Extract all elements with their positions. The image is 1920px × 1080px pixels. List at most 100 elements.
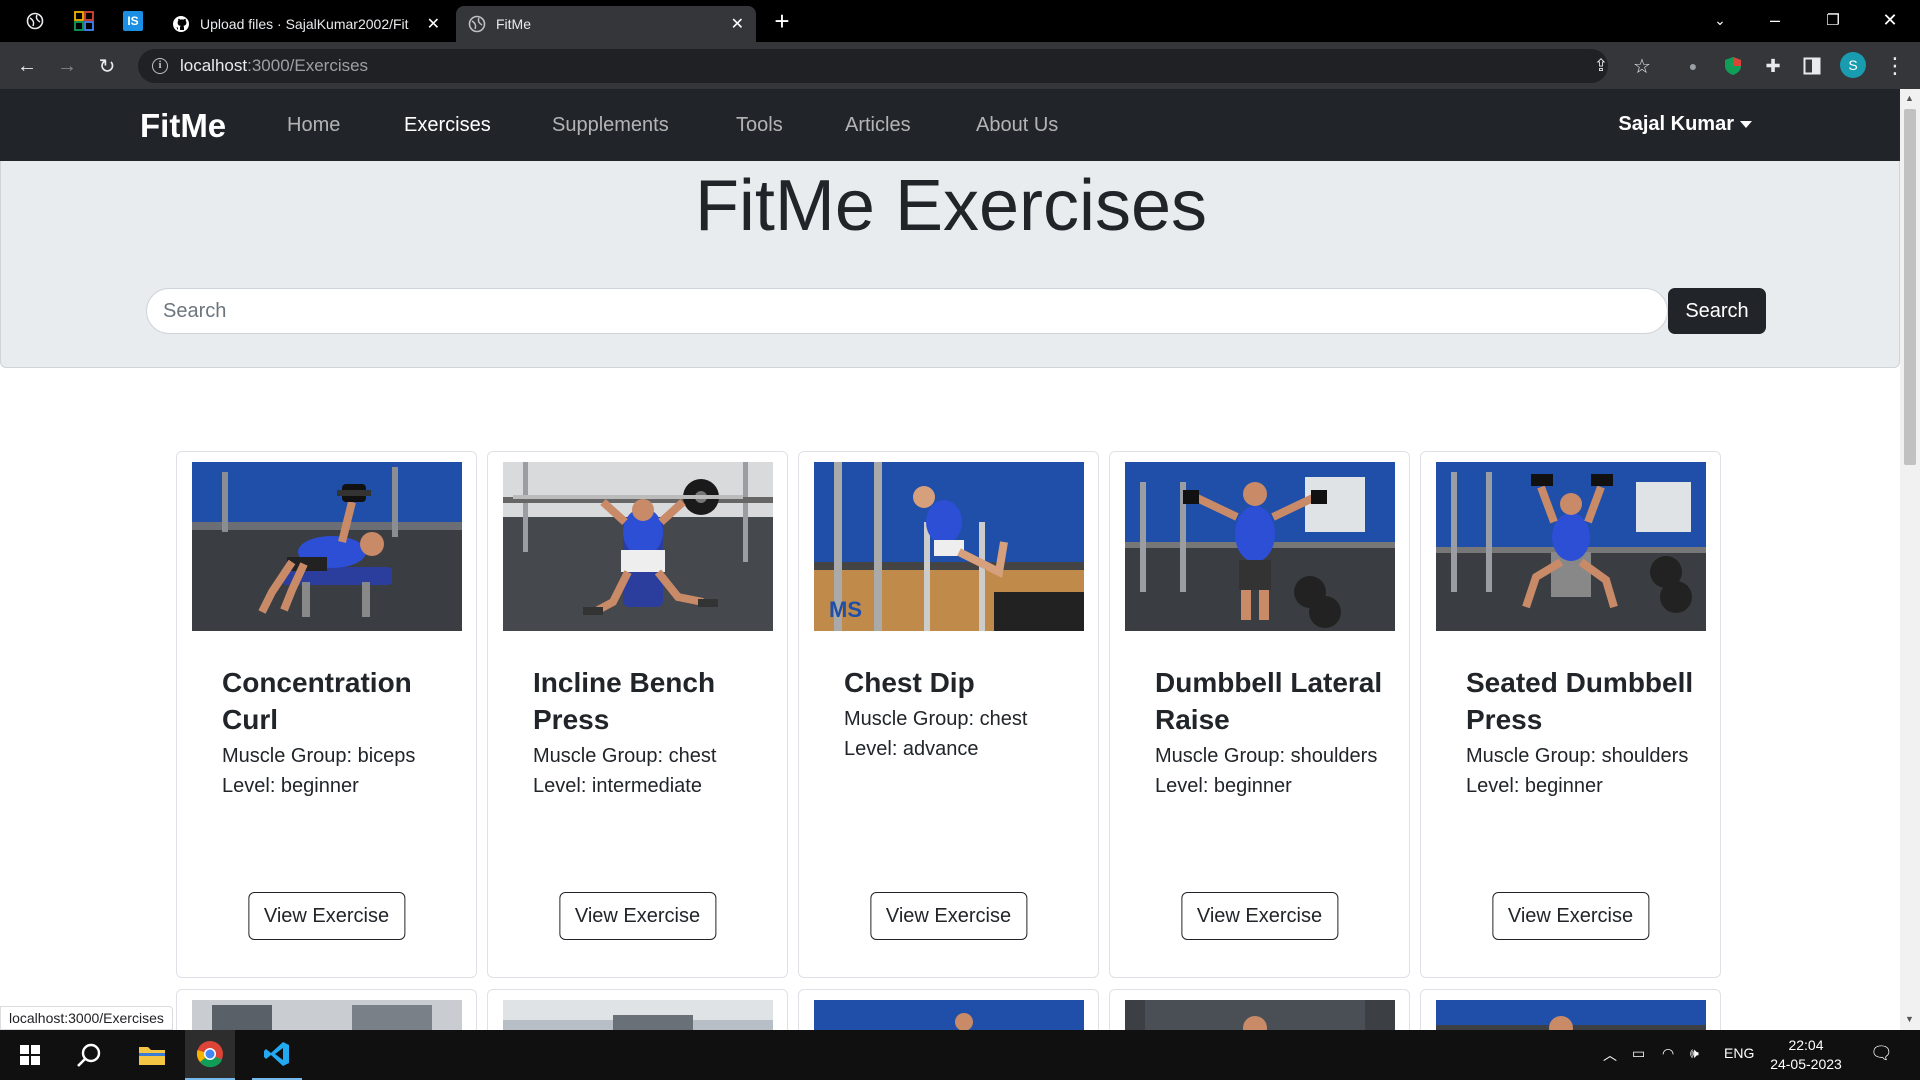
chrome-taskbar-button[interactable] [185, 1030, 235, 1080]
exercise-level: Level: beginner [222, 775, 359, 797]
exercise-info: Seated Dumbbell Press Muscle Group: shou… [1466, 664, 1696, 801]
globe-icon [26, 12, 44, 30]
muscle-group: Muscle Group: chest [533, 745, 717, 767]
window-close-button[interactable]: ✕ [1862, 0, 1918, 40]
scroll-up-arrow-icon[interactable]: ▲ [1905, 93, 1914, 103]
page-viewport: FitMe Home Exercises Supplements Tools A… [0, 89, 1900, 1030]
windows-taskbar: ︿ ▭ ◠ 🕪 ENG 22:04 24-05-2023 🗨 [0, 1030, 1920, 1080]
search-icon [77, 1043, 101, 1067]
exercise-info: Chest Dip Muscle Group: chest Level: adv… [844, 664, 1074, 764]
exercise-image [192, 1000, 462, 1030]
profile-avatar[interactable]: S [1840, 52, 1866, 78]
extension-button[interactable]: ● [1678, 51, 1708, 81]
view-exercise-button[interactable]: View Exercise [247, 892, 406, 940]
wifi-icon[interactable]: ◠ [1662, 1045, 1674, 1062]
user-dropdown[interactable]: Sajal Kumar [1618, 113, 1752, 136]
user-name: Sajal Kumar [1618, 113, 1734, 135]
exercise-level: Level: advance [844, 738, 979, 760]
view-exercise-button[interactable]: View Exercise [1180, 892, 1339, 940]
view-exercise-button[interactable]: View Exercise [869, 892, 1028, 940]
exercise-card: Concentration Curl Muscle Group: biceps … [176, 451, 477, 978]
exercise-card: Dumbbell Lateral Raise Muscle Group: sho… [1109, 451, 1410, 978]
address-bar[interactable]: i localhost:3000/Exercises [138, 49, 1608, 83]
pinned-tab-globe[interactable] [21, 7, 49, 35]
tab-github-upload[interactable]: Upload files · SajalKumar2002/Fit ✕ [160, 6, 452, 42]
notifications-icon[interactable]: 🗨 [1870, 1043, 1893, 1064]
adblock-extension-button[interactable] [1718, 51, 1748, 81]
nav-about-us[interactable]: About Us [976, 114, 1058, 137]
url-path: :3000/Exercises [247, 56, 369, 75]
folder-icon [139, 1047, 165, 1065]
exercise-title: Incline Bench Press [533, 667, 716, 735]
site-info-icon[interactable]: i [152, 58, 168, 74]
exercise-level: Level: intermediate [533, 775, 702, 797]
page-scrollbar[interactable]: ▲ ▼ [1900, 89, 1920, 1030]
view-exercise-button[interactable]: View Exercise [558, 892, 717, 940]
tab-search-button[interactable]: ⌄ [1692, 0, 1748, 40]
restore-button[interactable]: ❐ [1805, 0, 1861, 40]
vscode-taskbar-button[interactable] [252, 1030, 302, 1080]
search-input[interactable] [146, 288, 1668, 334]
windows-logo-icon [20, 1045, 40, 1065]
is-badge-icon: IS [123, 11, 143, 31]
clock-date: 24-05-2023 [1770, 1056, 1842, 1072]
language-indicator[interactable]: ENG [1724, 1045, 1754, 1061]
pinned-tab-is[interactable]: IS [119, 7, 147, 35]
reload-button[interactable]: ↻ [92, 51, 122, 81]
nav-exercises[interactable]: Exercises [404, 114, 491, 137]
volume-icon[interactable]: 🕪 [1690, 1045, 1699, 1062]
bookmark-button[interactable]: ☆ [1627, 51, 1657, 81]
muscle-group: Muscle Group: shoulders [1155, 745, 1378, 767]
menu-button[interactable]: ⋮ [1880, 51, 1910, 81]
exercise-image [1125, 462, 1395, 631]
search-button[interactable]: Search [1668, 288, 1766, 334]
extensions-button[interactable]: ✚ [1758, 51, 1788, 81]
back-button[interactable]: ← [12, 51, 42, 81]
tab-fitme[interactable]: FitMe ✕ [456, 6, 756, 42]
pinned-tab-apps[interactable] [70, 7, 98, 35]
globe-icon [468, 15, 486, 33]
side-panel-icon [1803, 57, 1821, 75]
close-icon[interactable]: ✕ [427, 14, 440, 34]
exercise-info: Incline Bench Press Muscle Group: chest … [533, 664, 763, 801]
scroll-down-arrow-icon[interactable]: ▼ [1905, 1014, 1914, 1024]
exercise-image [503, 462, 773, 631]
chevron-down-icon: ⌄ [1714, 11, 1726, 28]
new-tab-button[interactable]: + [768, 6, 796, 36]
view-exercise-button[interactable]: View Exercise [1491, 892, 1650, 940]
nav-home[interactable]: Home [287, 114, 340, 137]
forward-button[interactable]: → [52, 51, 82, 81]
minimize-button[interactable]: – [1747, 0, 1803, 40]
exercise-title: Dumbbell Lateral Raise [1155, 667, 1383, 735]
close-icon[interactable]: ✕ [731, 14, 744, 34]
exercise-info: Dumbbell Lateral Raise Muscle Group: sho… [1155, 664, 1385, 801]
battery-icon[interactable]: ▭ [1632, 1045, 1645, 1062]
system-clock[interactable]: 22:04 24-05-2023 [1764, 1036, 1848, 1074]
restore-icon: ❐ [1826, 12, 1840, 29]
star-icon: ☆ [1633, 55, 1651, 78]
exercise-card-partial [176, 989, 477, 1030]
exercise-image [1436, 462, 1706, 631]
shield-icon [1725, 57, 1741, 75]
grid-apps-icon [74, 11, 94, 31]
scrollbar-thumb[interactable] [1904, 109, 1916, 465]
share-button[interactable]: ⇪ [1586, 51, 1616, 81]
taskbar-search-button[interactable] [64, 1030, 114, 1080]
file-explorer-button[interactable] [127, 1030, 177, 1080]
puzzle-icon: ✚ [1765, 55, 1781, 76]
muscle-group: Muscle Group: shoulders [1466, 745, 1689, 767]
chevron-up-icon[interactable]: ︿ [1603, 1045, 1617, 1065]
exercise-image [814, 1000, 1084, 1030]
exercise-title: Seated Dumbbell Press [1466, 667, 1694, 735]
exercise-card: Incline Bench Press Muscle Group: chest … [487, 451, 788, 978]
nav-articles[interactable]: Articles [845, 114, 911, 137]
nav-tools[interactable]: Tools [736, 114, 783, 137]
start-button[interactable] [5, 1030, 55, 1080]
exercise-image [1125, 1000, 1395, 1030]
exercise-title: Chest Dip [844, 667, 975, 698]
brand-logo[interactable]: FitMe [140, 107, 226, 145]
nav-supplements[interactable]: Supplements [552, 114, 669, 137]
muscle-group: Muscle Group: biceps [222, 745, 416, 767]
tab-title: Upload files · SajalKumar2002/Fit [200, 16, 409, 32]
side-panel-button[interactable] [1797, 51, 1827, 81]
